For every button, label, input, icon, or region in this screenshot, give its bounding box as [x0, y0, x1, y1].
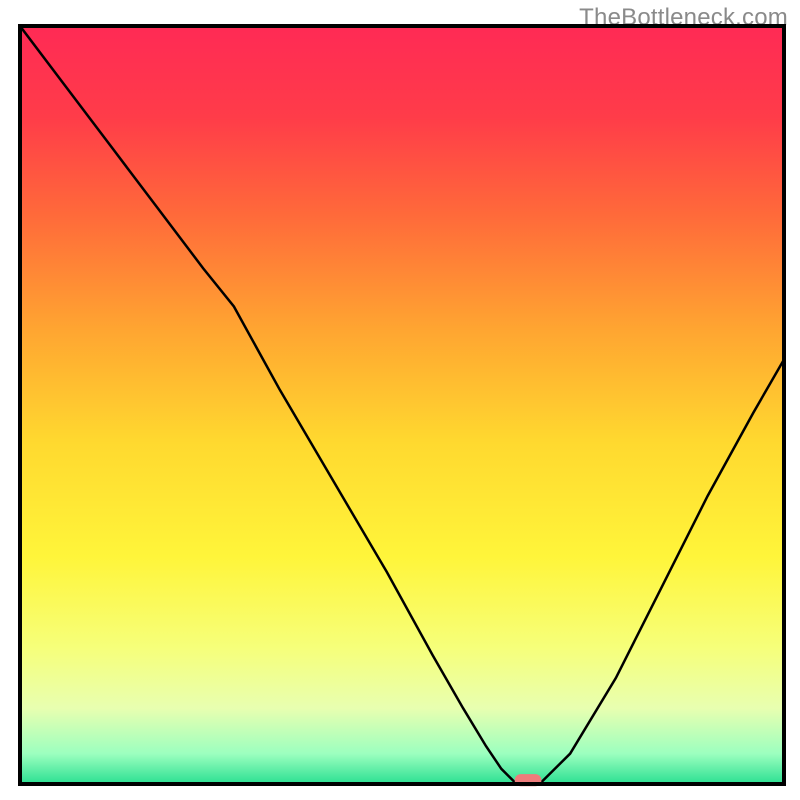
plot-background: [20, 26, 784, 784]
bottleneck-chart: [0, 0, 800, 800]
chart-stage: TheBottleneck.com: [0, 0, 800, 800]
